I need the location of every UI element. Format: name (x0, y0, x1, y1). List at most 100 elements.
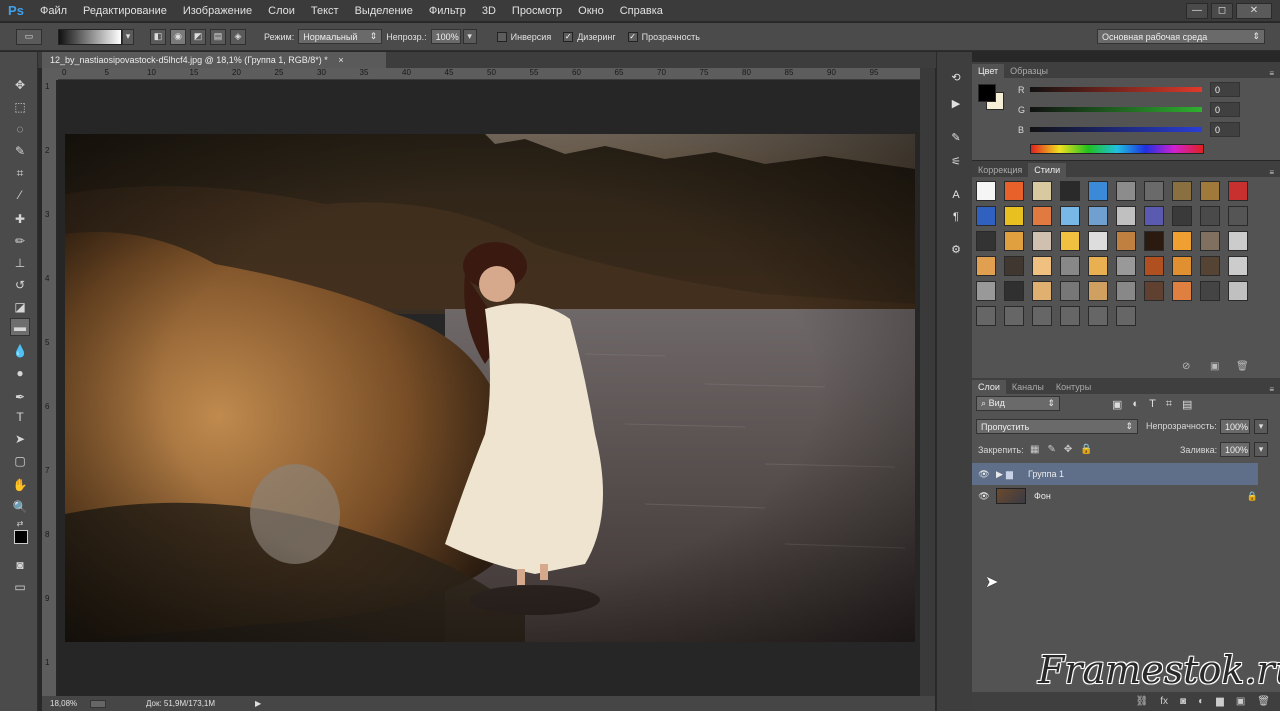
mask-icon[interactable]: ◙ (1180, 696, 1186, 707)
style-swatch[interactable] (1060, 256, 1080, 276)
fx-icon[interactable]: fx (1160, 696, 1168, 707)
screen-mode-icon[interactable]: ▭ (10, 578, 30, 596)
workspace-select[interactable]: Основная рабочая среда ⇕ (1097, 29, 1265, 44)
menu-layer[interactable]: Слои (260, 0, 303, 22)
mode-select[interactable]: Нормальный ⇕ (298, 29, 383, 44)
fill-dropdown-icon[interactable]: ▾ (1254, 442, 1268, 457)
filter-shape-icon[interactable]: ⌗ (1166, 398, 1172, 411)
history-brush-tool-icon[interactable]: ↺ (10, 276, 30, 294)
style-swatch[interactable] (1172, 281, 1192, 301)
style-swatch[interactable] (1200, 281, 1220, 301)
style-swatch[interactable] (1116, 181, 1136, 201)
style-swatch[interactable] (1032, 181, 1052, 201)
close-button[interactable]: ✕ (1236, 2, 1272, 19)
minimize-button[interactable]: — (1186, 2, 1208, 19)
trash-icon[interactable]: 🗑 (1257, 696, 1270, 707)
properties-panel-icon[interactable]: ⚙ (947, 242, 965, 256)
style-swatch[interactable] (976, 256, 996, 276)
eraser-tool-icon[interactable]: ◪ (10, 298, 30, 316)
style-swatch[interactable] (1088, 256, 1108, 276)
style-swatch[interactable] (1116, 306, 1136, 326)
folder-icon[interactable]: ▆ (1216, 696, 1224, 707)
style-swatch[interactable] (1200, 206, 1220, 226)
menu-select[interactable]: Выделение (347, 0, 421, 22)
style-swatch[interactable] (1116, 206, 1136, 226)
history-panel-icon[interactable]: ⟲ (947, 70, 965, 84)
style-swatch[interactable] (1004, 231, 1024, 251)
clear-style-icon[interactable]: ⊘ (1182, 361, 1190, 372)
style-swatch[interactable] (1200, 231, 1220, 251)
menu-window[interactable]: Окно (570, 0, 612, 22)
crop-tool-icon[interactable]: ⌗ (10, 164, 30, 182)
style-swatch[interactable] (1144, 281, 1164, 301)
tool-preset-picker[interactable]: ▭ (16, 28, 42, 45)
inverse-checkbox[interactable] (496, 31, 507, 42)
style-swatch[interactable] (1172, 206, 1192, 226)
pen-tool-icon[interactable]: ✒ (10, 388, 30, 406)
foreground-color-swatch[interactable] (14, 530, 28, 544)
filter-adjustment-icon[interactable]: ◐ (1132, 398, 1139, 411)
color-foreground-swatch[interactable] (978, 84, 996, 102)
style-swatch[interactable] (1228, 231, 1248, 251)
character-panel-icon[interactable]: A (947, 188, 965, 202)
move-tool-icon[interactable]: ✥ (10, 76, 30, 94)
photo-canvas[interactable] (65, 134, 915, 642)
blur-tool-icon[interactable]: 💧 (10, 342, 30, 360)
panel-menu-icon[interactable]: ≡ (1269, 385, 1274, 394)
menu-image[interactable]: Изображение (175, 0, 260, 22)
linear-gradient-button[interactable]: ◧ (150, 28, 166, 45)
tab-color[interactable]: Цвет (972, 64, 1005, 78)
menu-view[interactable]: Просмотр (504, 0, 570, 22)
tab-adjustments[interactable]: Коррекция (972, 163, 1028, 177)
style-swatch[interactable] (976, 281, 996, 301)
style-swatch[interactable] (1172, 256, 1192, 276)
style-swatch[interactable] (1088, 306, 1108, 326)
style-swatch[interactable] (1172, 181, 1192, 201)
lock-pixels-icon[interactable]: ✎ (1047, 444, 1055, 455)
style-swatch[interactable] (1060, 206, 1080, 226)
gradient-picker[interactable] (58, 28, 122, 45)
diamond-gradient-button[interactable]: ◈ (230, 28, 246, 45)
style-swatch[interactable] (1060, 181, 1080, 201)
tab-styles[interactable]: Стили (1028, 163, 1067, 177)
vertical-ruler[interactable]: 1 2 3 4 5 6 7 8 9 1 (42, 80, 56, 696)
g-input[interactable]: 0 (1210, 102, 1240, 117)
style-swatch[interactable] (1088, 231, 1108, 251)
restore-button[interactable]: ◻ (1211, 2, 1233, 19)
expand-arrow-icon[interactable]: ▶ (996, 469, 1006, 480)
actions-panel-icon[interactable]: ▶ (947, 96, 965, 110)
menu-file[interactable]: Файл (32, 0, 75, 22)
style-swatch[interactable] (976, 206, 996, 226)
color-spectrum-bar[interactable] (1030, 144, 1204, 154)
transparency-checkbox[interactable]: ✓ (627, 31, 638, 42)
style-swatch[interactable] (1004, 181, 1024, 201)
healing-brush-tool-icon[interactable]: ✚ (10, 210, 30, 228)
new-layer-icon[interactable]: ▣ (1236, 696, 1245, 707)
dither-checkbox[interactable]: ✓ (563, 31, 574, 42)
radial-gradient-button[interactable]: ◉ (170, 28, 186, 45)
quick-select-tool-icon[interactable]: ✎ (10, 142, 30, 160)
new-style-icon[interactable]: ▣ (1210, 361, 1219, 372)
adjustment-icon[interactable]: ◐ (1198, 696, 1204, 707)
tab-layers[interactable]: Слои (972, 380, 1006, 394)
style-swatch[interactable] (1228, 281, 1248, 301)
layer-opacity-input[interactable]: 100% (1220, 419, 1250, 434)
delete-style-icon[interactable]: 🗑 (1236, 361, 1249, 372)
clone-stamp-tool-icon[interactable]: ⊥ (10, 254, 30, 272)
style-swatch[interactable] (1228, 181, 1248, 201)
dodge-tool-icon[interactable]: ● (10, 364, 30, 382)
status-menu-arrow-icon[interactable]: ▶ (255, 699, 261, 708)
filter-pixel-icon[interactable]: ▣ (1112, 398, 1122, 411)
fill-input[interactable]: 100% (1220, 442, 1250, 457)
g-slider[interactable] (1030, 107, 1202, 112)
menu-help[interactable]: Справка (612, 0, 671, 22)
zoom-level[interactable]: 18,08% (50, 699, 90, 708)
menu-3d[interactable]: 3D (474, 0, 504, 22)
horizontal-ruler[interactable]: 0 5 10 15 20 25 30 35 40 45 50 55 60 65 70 75 80 85 90 95 (58, 68, 920, 80)
style-swatch[interactable] (1172, 231, 1192, 251)
path-select-tool-icon[interactable]: ➤ (10, 430, 30, 448)
style-swatch[interactable] (1032, 281, 1052, 301)
eyedropper-tool-icon[interactable]: ⁄ (10, 186, 30, 204)
brush-tool-icon[interactable]: ✏ (10, 232, 30, 250)
brush-presets-icon[interactable]: ⚟ (947, 154, 965, 168)
